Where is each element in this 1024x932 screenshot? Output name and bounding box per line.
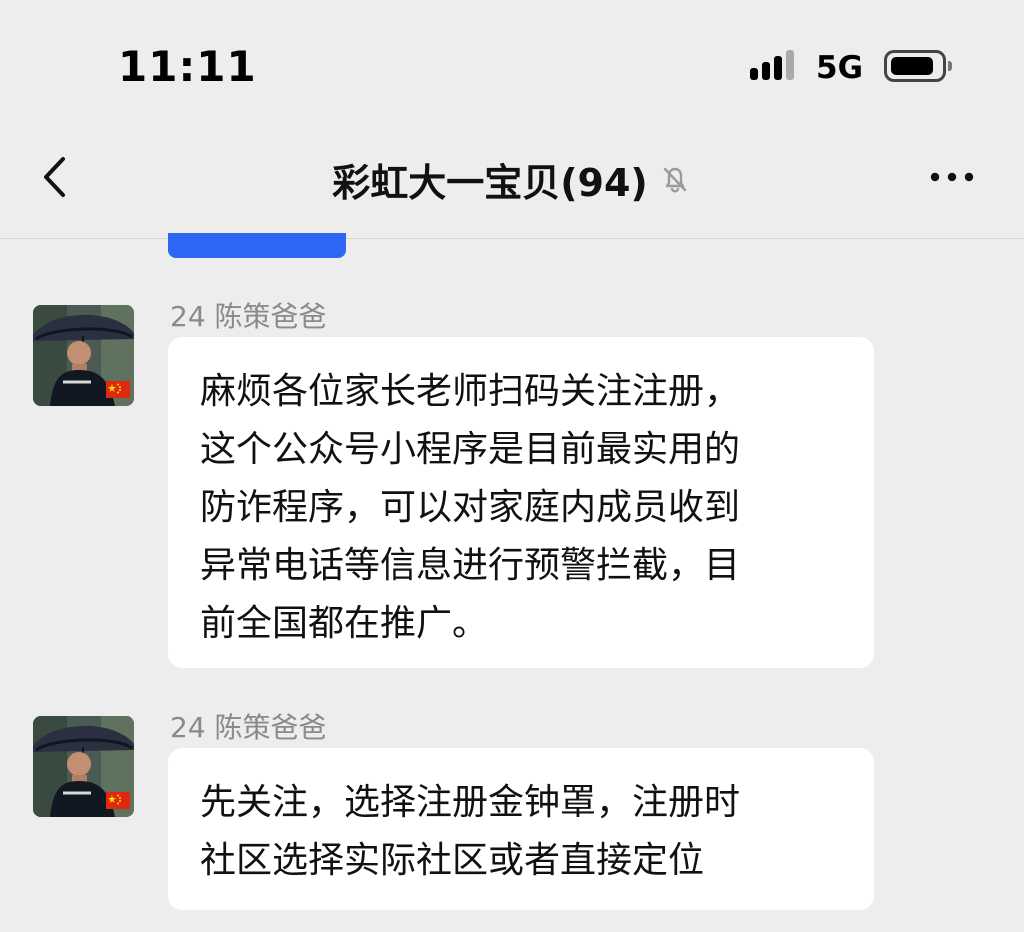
message-line: 先关注，选择注册金钟罩，注册时 [200, 782, 741, 823]
message-line: 社区选择实际社区或者直接定位 [200, 840, 705, 881]
avatar[interactable] [33, 305, 134, 406]
status-time: 11:11 [118, 42, 257, 91]
chat-title: 彩虹大一宝贝(94) [332, 160, 648, 205]
avatar[interactable] [33, 716, 134, 817]
message-bubble[interactable]: 麻烦各位家长老师扫码关注注册， 这个公众号小程序是目前最实用的 防诈程序，可以对… [168, 337, 874, 668]
sender-name: 24 陈策爸爸 [170, 300, 327, 333]
message-line: 前全国都在推广。 [200, 603, 489, 644]
more-dots-icon [930, 172, 974, 182]
message-list[interactable]: 24 陈策爸爸 麻烦各位家长老师扫码关注注册， 这个公众号小程序是目前最实用的 … [0, 233, 1024, 932]
message-line: 麻烦各位家长老师扫码关注注册， [200, 371, 741, 412]
chat-header: 彩虹大一宝贝(94) [0, 130, 1024, 239]
back-button[interactable] [34, 152, 84, 202]
message-line: 异常电话等信息进行预警拦截，目 [200, 545, 741, 586]
previous-message-bubble[interactable] [168, 233, 346, 258]
signal-icon [750, 50, 798, 86]
china-flag-icon [106, 381, 130, 398]
battery-icon [884, 50, 952, 82]
more-button[interactable] [926, 164, 978, 190]
bell-slash-icon [663, 167, 687, 193]
network-label: 5G [816, 50, 864, 86]
chevron-left-icon [44, 157, 65, 197]
message-line: 防诈程序，可以对家庭内成员收到 [200, 487, 741, 528]
sender-name: 24 陈策爸爸 [170, 711, 327, 744]
chat-title-group: 彩虹大一宝贝(94) [260, 154, 764, 205]
message-line: 这个公众号小程序是目前最实用的 [200, 429, 741, 470]
message-bubble[interactable]: 先关注，选择注册金钟罩，注册时 社区选择实际社区或者直接定位 [168, 748, 874, 910]
china-flag-icon [106, 792, 130, 809]
status-bar: 11:11 5G [0, 0, 1024, 130]
